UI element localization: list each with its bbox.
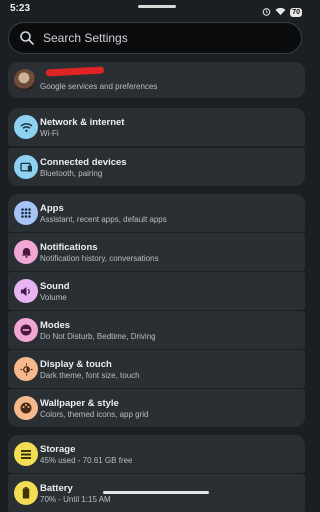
settings-item-notifications[interactable]: Notifications Notification history, conv…: [8, 233, 305, 271]
settings-item-apps[interactable]: Apps Assistant, recent apps, default app…: [8, 194, 305, 232]
item-subtitle: Do Not Disturb, Bedtime, Driving: [40, 332, 156, 341]
settings-item-modes[interactable]: Modes Do Not Disturb, Bedtime, Driving: [8, 311, 305, 349]
item-subtitle: Colors, themed icons, app grid: [40, 410, 149, 419]
item-subtitle: Notification history, conversations: [40, 254, 159, 263]
battery-badge: 70: [290, 7, 302, 17]
wifi-icon: [14, 115, 38, 139]
item-title: Apps: [40, 203, 64, 214]
settings-item-connected-devices[interactable]: Connected devices Bluetooth, pairing: [8, 148, 305, 186]
alarm-icon: [262, 3, 271, 21]
storage-icon: [14, 442, 38, 466]
home-indicator[interactable]: [103, 491, 209, 494]
item-title: Connected devices: [40, 157, 127, 168]
devices-icon: [14, 155, 38, 179]
brightness-icon: [14, 357, 38, 381]
settings-item-sound[interactable]: Sound Volume: [8, 272, 305, 310]
settings-item-wallpaper[interactable]: Wallpaper & style Colors, themed icons, …: [8, 389, 305, 427]
item-title: Sound: [40, 281, 70, 292]
item-title: Network & internet: [40, 117, 125, 128]
item-subtitle: 45% used - 70.61 GB free: [40, 456, 133, 465]
item-title: Display & touch: [40, 359, 112, 370]
item-subtitle: Wi-Fi: [40, 129, 59, 138]
item-title: Battery: [40, 483, 73, 494]
item-subtitle: Assistant, recent apps, default apps: [40, 215, 167, 224]
status-bar: 5:23 70: [0, 0, 312, 18]
search-icon: [19, 30, 35, 46]
item-title: Wallpaper & style: [40, 398, 119, 409]
item-title: Storage: [40, 444, 76, 455]
settings-item-network[interactable]: Network & internet Wi-Fi: [8, 108, 305, 146]
bell-icon: [14, 240, 38, 264]
avatar: [14, 69, 36, 91]
search-placeholder: Search Settings: [43, 31, 128, 45]
settings-item-storage[interactable]: Storage 45% used - 70.61 GB free: [8, 435, 305, 473]
search-input[interactable]: Search Settings: [8, 22, 302, 54]
volume-icon: [14, 279, 38, 303]
account-item[interactable]: Google services and preferences: [8, 62, 305, 98]
settings-item-display[interactable]: Display & touch Dark theme, font size, t…: [8, 350, 305, 388]
apps-icon: [14, 201, 38, 225]
status-icons: 70: [262, 3, 302, 21]
status-pill: [138, 5, 176, 8]
redacted-account-name: [45, 66, 105, 77]
item-subtitle: Dark theme, font size, touch: [40, 371, 140, 380]
status-time: 5:23: [10, 3, 31, 14]
item-subtitle: Bluetooth, pairing: [40, 169, 103, 178]
item-title: Modes: [40, 320, 71, 331]
wifi-icon: [275, 3, 286, 21]
account-subtitle: Google services and preferences: [40, 82, 158, 91]
do-not-disturb-icon: [14, 318, 38, 342]
item-subtitle: Volume: [40, 293, 67, 302]
battery-icon: [14, 481, 38, 505]
palette-icon: [14, 396, 38, 420]
item-title: Notifications: [40, 242, 98, 253]
